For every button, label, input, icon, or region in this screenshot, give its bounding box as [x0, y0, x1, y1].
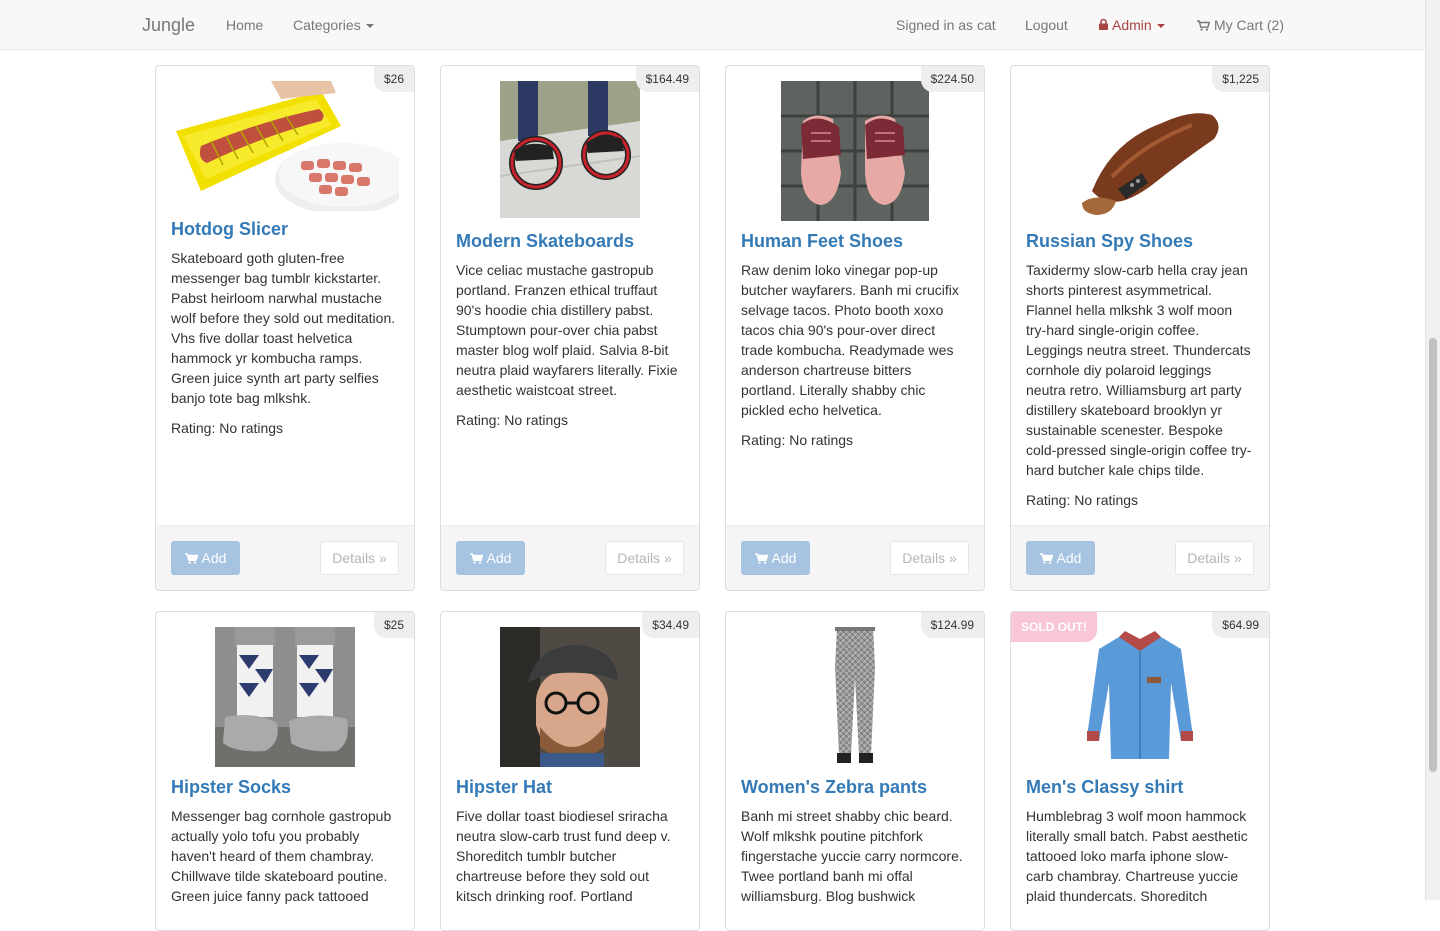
product-image[interactable]: [171, 81, 399, 221]
product-card: $26 Hotdog Slicer Skateboard goth gluten…: [155, 65, 415, 591]
scrollbar-thumb[interactable]: [1429, 338, 1437, 772]
product-description: Taxidermy slow-carb hella cray jean shor…: [1026, 262, 1252, 478]
price-badge: $34.49: [642, 612, 699, 638]
add-to-cart-button[interactable]: Add: [171, 541, 240, 575]
product-title-link[interactable]: Women's Zebra pants: [741, 776, 969, 798]
add-label: Add: [771, 550, 797, 566]
add-label: Add: [1056, 550, 1082, 566]
card-footer: Add Details »: [156, 525, 414, 590]
chevron-down-icon: [1156, 24, 1165, 29]
nav-home-link[interactable]: Home: [226, 0, 263, 50]
product-title-link[interactable]: Hipster Hat: [456, 776, 684, 798]
price-badge: $26: [373, 66, 414, 92]
spy-shoe-image: [1052, 81, 1228, 221]
price-badge: $224.50: [920, 66, 984, 92]
add-to-cart-button[interactable]: Add: [1026, 541, 1095, 575]
product-image[interactable]: [741, 81, 969, 221]
add-to-cart-button[interactable]: Add: [456, 541, 525, 575]
details-button[interactable]: Details »: [890, 541, 969, 575]
product-image[interactable]: [171, 627, 399, 767]
lock-icon: [1099, 18, 1108, 30]
details-button[interactable]: Details »: [605, 541, 684, 575]
product-rating: Rating: No ratings: [741, 432, 854, 448]
details-button[interactable]: Details »: [320, 541, 399, 575]
product-description: Skateboard goth gluten-free messenger ba…: [171, 250, 396, 406]
admin-dropdown[interactable]: Admin: [1099, 0, 1165, 50]
page-scrollbar[interactable]: [1425, 0, 1440, 900]
brand-link[interactable]: Jungle: [142, 0, 195, 50]
logout-link[interactable]: Logout: [1025, 0, 1068, 50]
add-label: Add: [486, 550, 512, 566]
product-title-link[interactable]: Russian Spy Shoes: [1026, 230, 1254, 252]
signed-in-text: Signed in as cat: [896, 17, 996, 33]
hotdog-slicer-image: [171, 81, 399, 211]
shopping-cart-icon: [1039, 553, 1053, 564]
product-rating: Rating: No ratings: [171, 420, 284, 436]
shopping-cart-icon: [469, 553, 483, 564]
product-description: Raw denim loko vinegar pop-up butcher wa…: [741, 262, 959, 418]
product-image[interactable]: [456, 627, 684, 767]
product-title-link[interactable]: Hotdog Slicer: [171, 218, 399, 240]
product-card: $224.50 Human Feet Shoes Raw denim loko …: [725, 65, 985, 591]
product-card: $25 Hipster Socks Messenger bag cornhole…: [155, 611, 415, 931]
shopping-cart-icon: [1197, 20, 1210, 31]
product-description: Humblebrag 3 wolf moon hammock literally…: [1026, 808, 1248, 904]
admin-label: Admin: [1112, 17, 1152, 33]
price-badge: $25: [373, 612, 414, 638]
card-footer: Add Details »: [1011, 525, 1269, 590]
feet-shoes-image: [781, 81, 929, 221]
product-card: $1,225 Russian Spy Shoes Taxidermy slow-…: [1010, 65, 1270, 591]
product-description: Messenger bag cornhole gastropub actuall…: [171, 808, 392, 904]
add-label: Add: [201, 550, 227, 566]
product-description: Banh mi street shabby chic beard. Wolf m…: [741, 808, 963, 904]
skateboards-image: [500, 81, 640, 218]
product-image[interactable]: [1026, 627, 1254, 767]
add-to-cart-button[interactable]: Add: [741, 541, 810, 575]
product-card: SOLD OUT! $64.99 Men's Classy shirt Humb…: [1010, 611, 1270, 931]
product-description: Vice celiac mustache gastropub portland.…: [456, 262, 678, 398]
shopping-cart-icon: [184, 553, 198, 564]
zebra-pants-image: [815, 627, 895, 767]
details-button[interactable]: Details »: [1175, 541, 1254, 575]
price-badge: $64.99: [1212, 612, 1269, 638]
product-title-link[interactable]: Human Feet Shoes: [741, 230, 969, 252]
my-cart-label: My Cart (2): [1214, 17, 1284, 33]
product-rating: Rating: No ratings: [456, 412, 569, 428]
top-navbar: Jungle Home Categories Signed in as cat …: [0, 0, 1425, 50]
product-description: Five dollar toast biodiesel sriracha neu…: [456, 808, 671, 904]
product-card: $164.49 Modern Skateboards Vice celiac m…: [440, 65, 700, 591]
product-title-link[interactable]: Hipster Socks: [171, 776, 399, 798]
shopping-cart-icon: [754, 553, 768, 564]
categories-label: Categories: [293, 17, 361, 33]
product-image[interactable]: [741, 627, 969, 767]
price-badge: $164.49: [635, 66, 699, 92]
price-badge: $1,225: [1212, 66, 1269, 92]
product-card: $34.49 Hipster Hat Five dollar toast bio…: [440, 611, 700, 931]
product-rating: Rating: No ratings: [1026, 492, 1139, 508]
nav-categories-dropdown[interactable]: Categories: [293, 0, 374, 50]
chevron-down-icon: [365, 24, 374, 29]
my-cart-link[interactable]: My Cart (2): [1197, 0, 1284, 50]
classy-shirt-image: [1085, 627, 1195, 767]
product-title-link[interactable]: Modern Skateboards: [456, 230, 684, 252]
product-image[interactable]: [1026, 81, 1254, 221]
socks-image: [215, 627, 355, 767]
hipster-hat-image: [500, 627, 640, 767]
product-card: $124.99 Women's Zebra pants Banh mi stre…: [725, 611, 985, 931]
sold-out-badge: SOLD OUT!: [1011, 612, 1097, 642]
card-footer: Add Details »: [441, 525, 699, 590]
product-title-link[interactable]: Men's Classy shirt: [1026, 776, 1254, 798]
price-badge: $124.99: [920, 612, 984, 638]
product-image[interactable]: [456, 81, 684, 221]
card-footer: Add Details »: [726, 525, 984, 590]
